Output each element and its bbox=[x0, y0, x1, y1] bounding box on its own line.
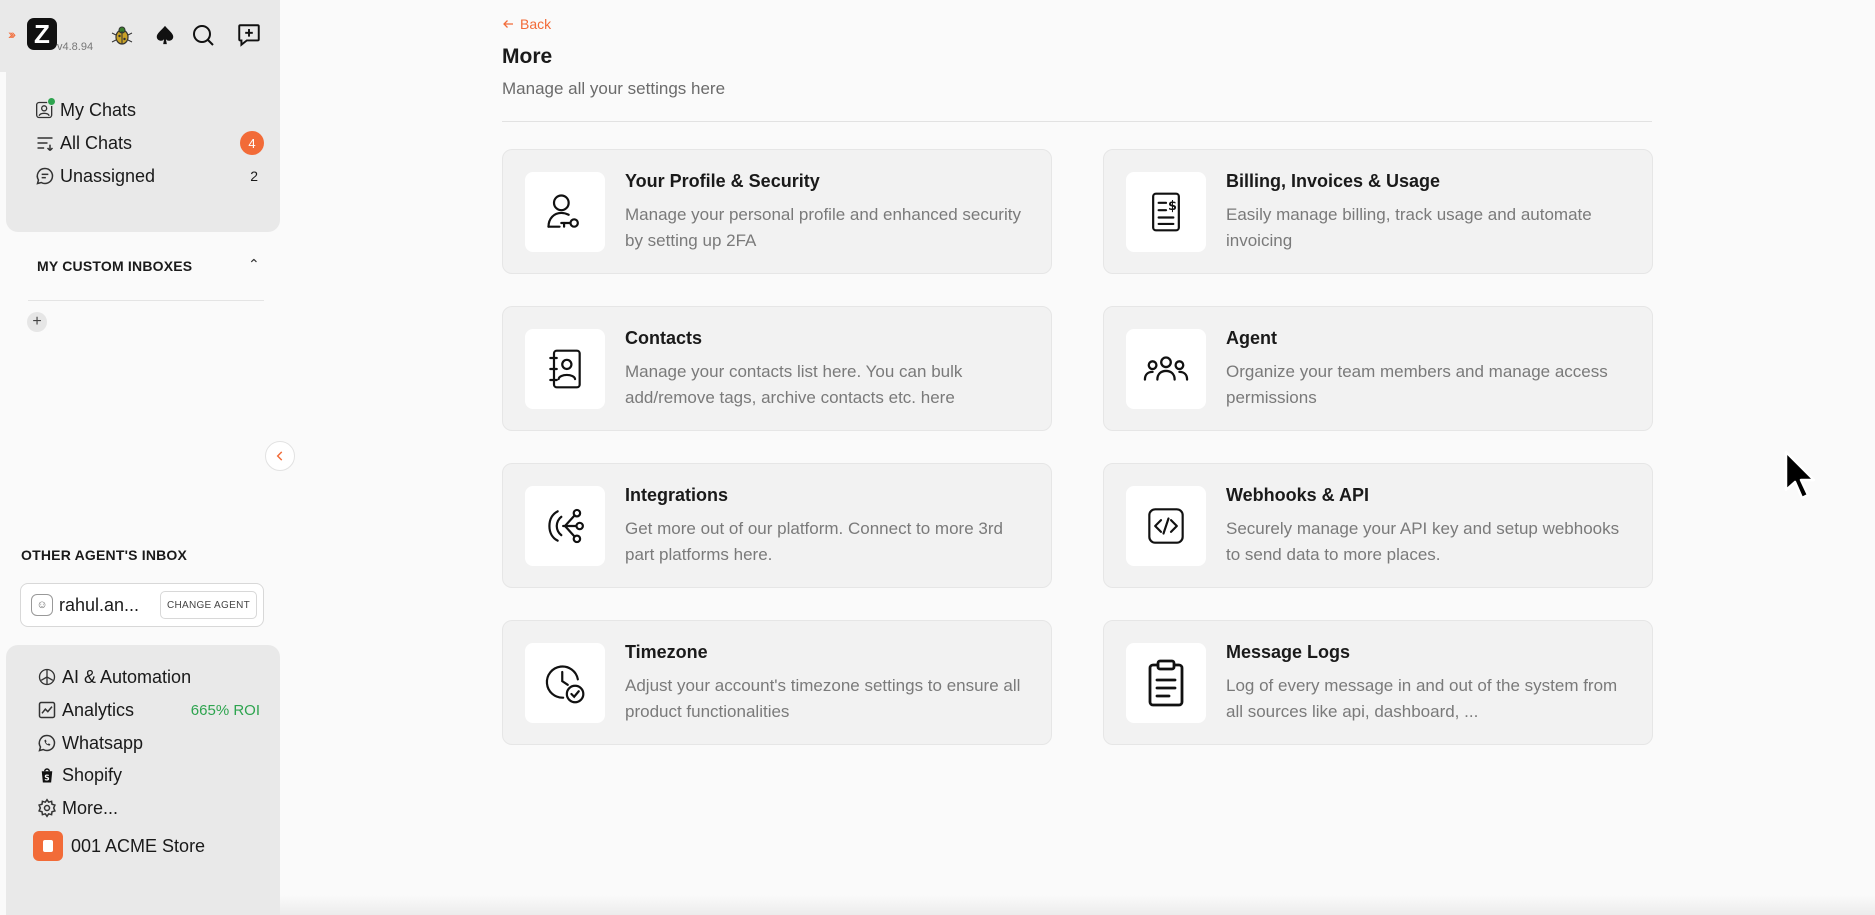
nav-unassigned-label: Unassigned bbox=[60, 165, 156, 186]
settings-card-billing[interactable]: $ Billing, Invoices & Usage Easily manag… bbox=[1103, 149, 1653, 274]
agent-name: rahul.an... bbox=[59, 594, 140, 615]
nav-analytics-label: Analytics bbox=[62, 699, 135, 720]
roi-badge: 665% ROI bbox=[190, 701, 260, 719]
nav-more[interactable]: More... bbox=[36, 794, 260, 822]
change-agent-button[interactable]: CHANGE AGENT bbox=[159, 591, 257, 619]
settings-card-contacts[interactable]: Contacts Manage your contacts list here.… bbox=[502, 306, 1052, 431]
store-switcher[interactable]: 001 ACME Store bbox=[33, 831, 257, 861]
nav-shopify-label: Shopify bbox=[62, 764, 123, 785]
expand-sidebar-icon[interactable]: ››› bbox=[8, 26, 16, 42]
page-title: More bbox=[502, 45, 553, 68]
header-divider bbox=[502, 121, 1652, 122]
settings-card-webhooks-api[interactable]: Webhooks & API Securely manage your API … bbox=[1103, 463, 1653, 588]
filter-list-icon bbox=[34, 132, 56, 154]
card-title: Billing, Invoices & Usage bbox=[1226, 171, 1441, 191]
add-custom-inbox-button[interactable]: + bbox=[27, 312, 47, 332]
new-chat-icon[interactable] bbox=[234, 20, 264, 50]
nav-all-chats-label: All Chats bbox=[60, 132, 133, 153]
app-version: v4.8.94 bbox=[57, 41, 94, 53]
card-description: Manage your contacts list here. You can … bbox=[625, 362, 963, 407]
agent-avatar-icon: ☺ bbox=[31, 594, 53, 616]
chat-bubble-icon bbox=[34, 165, 56, 187]
nav-more-label: More... bbox=[62, 797, 119, 818]
code-api-icon bbox=[1126, 486, 1206, 566]
secondary-nav: AI & Automation Analytics 665% ROI Whats… bbox=[6, 645, 280, 915]
card-title: Your Profile & Security bbox=[625, 171, 820, 191]
integrations-icon bbox=[525, 486, 605, 566]
card-title: Contacts bbox=[625, 328, 703, 348]
card-description: Manage your personal profile and enhance… bbox=[625, 205, 1021, 250]
online-status-dot bbox=[47, 97, 56, 106]
card-description: Organize your team members and manage ac… bbox=[1226, 362, 1608, 407]
nav-unassigned[interactable]: Unassigned 2 bbox=[34, 162, 264, 190]
nav-ai-automation-label: AI & Automation bbox=[62, 666, 192, 687]
settings-card-agent[interactable]: Agent Organize your team members and man… bbox=[1103, 306, 1653, 431]
nav-analytics[interactable]: Analytics 665% ROI bbox=[36, 696, 260, 724]
sidebar-topbar: ››› Z v4.8.94 bbox=[0, 0, 280, 72]
mouse-cursor-icon bbox=[1784, 450, 1816, 500]
team-agents-icon bbox=[1126, 329, 1206, 409]
other-agent-inbox-title: OTHER AGENT'S INBOX bbox=[21, 547, 188, 563]
app-logo: Z bbox=[27, 18, 57, 50]
nav-my-chats[interactable]: My Chats bbox=[34, 96, 264, 124]
store-icon bbox=[33, 831, 63, 861]
clipboard-log-icon bbox=[1126, 643, 1206, 723]
contacts-book-icon bbox=[525, 329, 605, 409]
nav-whatsapp[interactable]: Whatsapp bbox=[36, 729, 260, 757]
bug-icon[interactable] bbox=[107, 20, 137, 50]
clock-check-icon bbox=[525, 643, 605, 723]
card-title: Timezone bbox=[625, 642, 708, 662]
card-description: Get more out of our platform. Connect to… bbox=[625, 519, 1003, 564]
card-description: Securely manage your API key and setup w… bbox=[1226, 519, 1620, 564]
page-subtitle: Manage all your settings here bbox=[502, 79, 726, 98]
nav-whatsapp-label: Whatsapp bbox=[62, 732, 144, 753]
sidebar-divider bbox=[28, 300, 264, 301]
store-name: 001 ACME Store bbox=[71, 835, 206, 856]
svg-text:$: $ bbox=[1168, 199, 1177, 214]
settings-card-timezone[interactable]: Timezone Adjust your account's timezone … bbox=[502, 620, 1052, 745]
card-description: Log of every message in and out of the s… bbox=[1226, 676, 1618, 721]
primary-nav: My Chats All Chats 4 Unassigned 2 bbox=[6, 72, 280, 232]
spade-icon[interactable] bbox=[150, 20, 180, 50]
search-icon[interactable] bbox=[188, 20, 218, 50]
unassigned-count: 2 bbox=[250, 168, 258, 184]
nav-my-chats-label: My Chats bbox=[60, 99, 137, 120]
ai-knot-icon bbox=[36, 666, 58, 688]
profile-security-icon bbox=[525, 172, 605, 252]
bottom-edge bbox=[280, 895, 1875, 915]
back-label: Back bbox=[520, 16, 552, 32]
nav-shopify[interactable]: S Shopify bbox=[36, 761, 260, 789]
billing-invoice-icon: $ bbox=[1126, 172, 1206, 252]
card-title: Integrations bbox=[625, 485, 729, 505]
card-description: Easily manage billing, track usage and a… bbox=[1226, 205, 1592, 250]
agent-selector: ☺ rahul.an... CHANGE AGENT bbox=[20, 583, 264, 627]
settings-card-profile-security[interactable]: Your Profile & Security Manage your pers… bbox=[502, 149, 1052, 274]
card-title: Message Logs bbox=[1226, 642, 1351, 662]
gear-icon bbox=[36, 797, 58, 819]
arrow-left-icon bbox=[503, 20, 513, 28]
card-title: Webhooks & API bbox=[1226, 485, 1370, 505]
settings-card-message-logs[interactable]: Message Logs Log of every message in and… bbox=[1103, 620, 1653, 745]
back-link[interactable]: Back bbox=[502, 16, 551, 32]
sidebar: ››› Z v4.8.94 My Chats All Chats 4 Unass… bbox=[0, 0, 295, 915]
chevron-left-icon bbox=[276, 451, 283, 461]
main-content: Back More Manage all your settings here … bbox=[280, 0, 1875, 915]
nav-ai-automation[interactable]: AI & Automation bbox=[36, 663, 260, 691]
custom-inboxes-title: MY CUSTOM INBOXES bbox=[37, 258, 193, 274]
analytics-chart-icon bbox=[36, 699, 58, 721]
settings-card-integrations[interactable]: Integrations Get more out of our platfor… bbox=[502, 463, 1052, 588]
svg-text:S: S bbox=[44, 773, 49, 782]
user-chat-icon bbox=[34, 97, 56, 121]
nav-all-chats[interactable]: All Chats 4 bbox=[34, 129, 264, 157]
card-title: Agent bbox=[1226, 328, 1277, 348]
collapse-section-icon[interactable]: ⌃ bbox=[248, 256, 260, 273]
all-chats-count-badge: 4 bbox=[240, 131, 264, 155]
whatsapp-icon bbox=[36, 732, 58, 754]
shopify-bag-icon: S bbox=[36, 764, 58, 786]
collapse-sidebar-button[interactable] bbox=[265, 441, 295, 471]
app-window: ››› Z v4.8.94 My Chats All Chats 4 Unass… bbox=[0, 0, 1875, 915]
card-description: Adjust your account's timezone settings … bbox=[625, 676, 1021, 721]
